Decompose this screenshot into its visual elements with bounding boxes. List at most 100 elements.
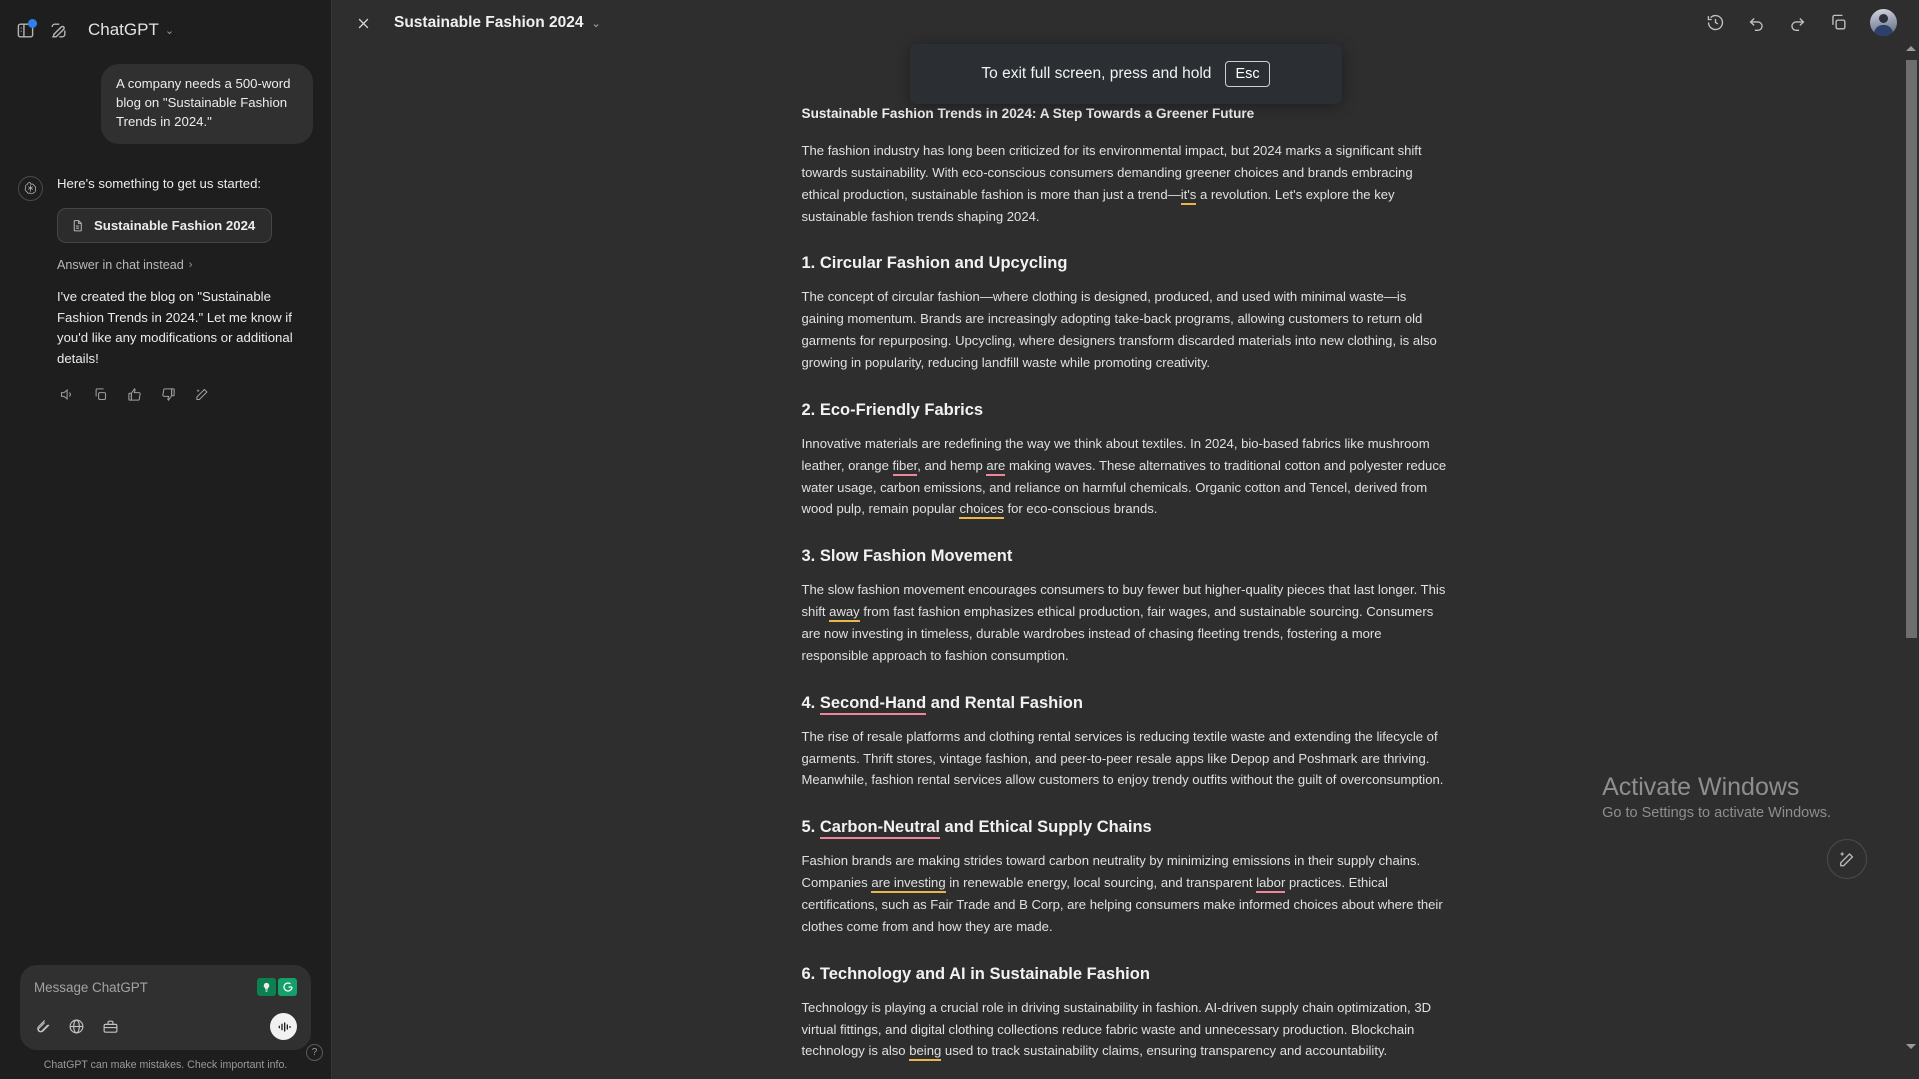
grammarly-g-badge[interactable] (278, 978, 297, 996)
answer-in-chat-link[interactable]: Answer in chat instead › (57, 258, 313, 272)
read-aloud-icon[interactable] (59, 387, 74, 402)
grammarly-bulb-badge[interactable] (257, 978, 276, 996)
section-heading-text: Technology and AI in Sustainable Fashion (819, 964, 1150, 983)
body-text: used to track sustainability claims, ens… (941, 1043, 1388, 1059)
canvas-document-chip[interactable]: Sustainable Fashion 2024 (57, 208, 273, 244)
composer-wrap: Message ChatGPT ChatGPT can make mistake… (0, 965, 331, 1079)
section-heading-text: and Ethical Supply Chains (939, 818, 1152, 837)
suggestion-span[interactable]: are (986, 457, 1006, 476)
redo-icon[interactable] (1788, 13, 1807, 32)
composer-bottom-row (34, 1013, 297, 1040)
heading-suggestion[interactable]: Carbon-Neutral (819, 818, 940, 840)
section-body: The rise of resale platforms and clothin… (801, 728, 1444, 788)
edit-sparkle-icon[interactable] (195, 387, 210, 402)
canvas-header: Sustainable Fashion 2024 ⌄ (332, 0, 1919, 46)
avatar-head (1879, 14, 1888, 23)
suggestion-span[interactable]: fiber (892, 457, 918, 476)
suggestion-span[interactable]: are investing (871, 875, 946, 894)
close-icon[interactable] (356, 16, 371, 31)
assistant-body: Here's something to get us started: Sust… (57, 174, 313, 403)
document-intro: The fashion industry has long been criti… (802, 140, 1450, 227)
section-number: 4. (801, 693, 820, 712)
canvas-document[interactable]: Sustainable Fashion Trends in 2024: A St… (332, 46, 1919, 1079)
body-text: in renewable energy, local sourcing, and… (945, 875, 1257, 891)
document-title: Sustainable Fashion Trends in 2024: A St… (801, 106, 1255, 121)
chevron-down-icon: ⌄ (591, 17, 601, 30)
chevron-down-icon: ⌄ (164, 24, 175, 37)
section-heading: 2. Eco-Friendly Fabrics (802, 401, 1450, 420)
canvas-title[interactable]: Sustainable Fashion 2024 ⌄ (394, 14, 601, 32)
body-text: from fast fashion emphasizes ethical pro… (801, 604, 1434, 663)
document-content: Sustainable Fashion Trends in 2024: A St… (802, 106, 1450, 1079)
message-actions (57, 387, 313, 402)
copy-icon[interactable] (1829, 13, 1848, 32)
toolbox-icon[interactable] (102, 1018, 119, 1035)
canvas-title-label: Sustainable Fashion 2024 (394, 14, 584, 31)
section-heading: 1. Circular Fashion and Upcycling (802, 254, 1450, 273)
fullscreen-toast-message: To exit full screen, press and hold (981, 65, 1212, 82)
section-number: 5. (801, 818, 820, 837)
paperclip-icon[interactable] (34, 1018, 51, 1035)
section-number: 2. (801, 400, 820, 419)
composer-tool-icons (34, 1018, 119, 1035)
section-body: The slow fashion movement encourages con… (802, 579, 1450, 666)
voice-waveform-icon[interactable] (270, 1013, 297, 1040)
disclaimer-text: ChatGPT can make mistakes. Check importa… (43, 1059, 288, 1071)
grammarly-badges[interactable] (257, 978, 297, 996)
fullscreen-exit-toast: To exit full screen, press and hold Esc (909, 44, 1342, 104)
avatar-body (1874, 25, 1893, 36)
section-body: Fashion brands are making strides toward… (802, 850, 1450, 937)
chat-sidebar: ChatGPT ⌄ A company needs a 500-word blo… (0, 0, 332, 1079)
message-input[interactable]: Message ChatGPT (34, 980, 148, 995)
section-heading-text: Eco-Friendly Fabrics (819, 400, 984, 419)
edit-with-ai-icon (1837, 849, 1857, 869)
thumbs-down-icon[interactable] (161, 387, 176, 402)
section-number: 1. (801, 254, 820, 273)
canvas-scrollbar[interactable] (1904, 42, 1919, 1079)
message-composer[interactable]: Message ChatGPT (20, 965, 311, 1050)
esc-key-badge: Esc (1225, 61, 1270, 87)
answer-in-chat-label: Answer in chat instead (57, 258, 184, 273)
thumbs-up-icon[interactable] (127, 387, 142, 402)
section-number: 3. (801, 547, 820, 566)
section-heading-text: Slow Fashion Movement (819, 547, 1013, 566)
chatgpt-logo-icon (18, 175, 43, 201)
chevron-right-icon: › (188, 259, 193, 272)
section-number: 6. (801, 964, 820, 983)
app-root: ChatGPT ⌄ A company needs a 500-word blo… (0, 0, 1919, 1079)
section-heading: 3. Slow Fashion Movement (802, 547, 1450, 566)
scroll-down-arrow-icon[interactable] (1906, 1044, 1916, 1049)
composer-top-row: Message ChatGPT (34, 978, 297, 996)
history-icon[interactable] (1706, 13, 1725, 32)
assistant-tail-text: I've created the blog on "Sustainable Fa… (57, 289, 293, 366)
user-message-bubble: A company needs a 500-word blog on "Sust… (101, 64, 313, 144)
message-area: A company needs a 500-word blog on "Sust… (0, 46, 331, 402)
section-heading-text: and Rental Fashion (926, 693, 1083, 712)
suggestion-span[interactable]: labor (1256, 875, 1286, 894)
undo-icon[interactable] (1747, 13, 1766, 32)
sidebar-brand[interactable]: ChatGPT ⌄ (88, 20, 174, 40)
notification-dot (28, 18, 37, 28)
suggestion-span[interactable]: being (909, 1043, 942, 1062)
suggestion-its[interactable]: it's (1180, 186, 1197, 205)
new-chat-icon[interactable] (49, 21, 68, 40)
section-body: The concept of circular fashion—where cl… (801, 289, 1437, 371)
copy-icon[interactable] (93, 387, 108, 402)
user-avatar[interactable] (1870, 9, 1897, 36)
heading-suggestion[interactable]: Second-Hand (819, 693, 927, 715)
section-heading: 4. Second-Hand and Rental Fashion (801, 693, 1450, 715)
section-heading: 6. Technology and AI in Sustainable Fash… (802, 965, 1450, 984)
edit-with-ai-button[interactable] (1827, 839, 1867, 879)
suggestion-span[interactable]: choices (959, 501, 1004, 520)
scroll-up-arrow-icon[interactable] (1906, 46, 1916, 51)
panel-left-icon[interactable] (16, 18, 37, 40)
scrollbar-thumb[interactable] (1906, 60, 1917, 638)
assistant-message-row: Here's something to get us started: Sust… (18, 174, 313, 403)
section-body: Innovative materials are redefining the … (802, 433, 1450, 520)
body-text: for eco-conscious brands. (1003, 501, 1158, 517)
help-button[interactable]: ? (306, 1044, 323, 1061)
suggestion-span[interactable]: away (829, 604, 860, 623)
user-message-row: A company needs a 500-word blog on "Sust… (18, 64, 313, 144)
globe-icon[interactable] (68, 1018, 85, 1035)
document-icon (71, 218, 84, 233)
